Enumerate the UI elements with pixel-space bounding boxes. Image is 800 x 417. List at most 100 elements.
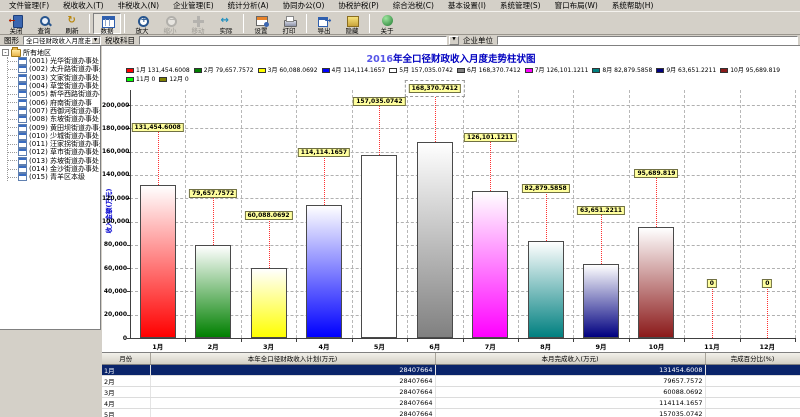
menu-item-3[interactable]: 非税收入(N) (111, 0, 166, 11)
value-callout-7月[interactable]: 126,101.1211 (464, 133, 516, 142)
y-tick-label: 200,000 (102, 102, 127, 109)
value-callout-4月[interactable]: 114,114.1657 (298, 148, 350, 157)
bar-5月[interactable] (361, 155, 397, 338)
collapse-icon[interactable]: - (2, 49, 9, 56)
v-gridline (518, 90, 519, 338)
bar-1月[interactable] (140, 185, 176, 338)
data-button[interactable]: 数据 (93, 13, 121, 34)
value-callout-3月[interactable]: 60,088.0692 (244, 211, 292, 220)
zoom-in-icon (135, 15, 150, 27)
district-tree: - 所有地区 (001) 光华街道办事处(002) 太升路街道办事处(003) … (0, 46, 101, 330)
graph-type-select[interactable]: 全口径财政收入月度走势柱 ▼ (23, 36, 101, 45)
tree-children: (001) 光华街道办事处(002) 太升路街道办事处(003) 文家街道办事处… (7, 57, 100, 181)
settings-button[interactable]: 设置 (247, 13, 275, 34)
refresh-icon (65, 15, 80, 27)
table-header-cell[interactable]: 本年全口径财政收入计划(万元) (150, 353, 435, 364)
close-button[interactable]: 关闭 (2, 13, 30, 34)
table-row-3月[interactable]: 3月2840766460088.0692 (102, 386, 800, 397)
print-button[interactable]: 打印 (275, 13, 303, 34)
hide-button[interactable]: 隐藏 (338, 13, 366, 34)
chart-title-text: 年全口径财政收入月度走势柱状图 (393, 54, 536, 65)
menu-item-11[interactable]: 窗口布局(W) (548, 0, 605, 11)
zoom-in-button[interactable]: 放大 (128, 13, 156, 34)
x-tick (241, 339, 242, 342)
legend-item-3月: 3月 60,088.0692 (258, 66, 318, 75)
bar-4月[interactable] (306, 205, 342, 338)
actual-button[interactable]: 实际 (212, 13, 240, 34)
company-input[interactable] (497, 36, 798, 45)
value-callout-2月[interactable]: 79,657.7572 (189, 189, 237, 198)
bar-10月[interactable] (638, 227, 674, 338)
table-doc-icon (18, 148, 27, 156)
tax-subject-input[interactable] (139, 36, 447, 45)
table-cell: 28407664 (150, 408, 435, 417)
table-doc-icon (18, 140, 27, 148)
value-callout-9月[interactable]: 63,651.2211 (577, 206, 625, 215)
menu-item-1[interactable]: 文件管理(F) (2, 0, 56, 11)
table-cell: 157035.0742 (435, 408, 705, 417)
refresh-button[interactable]: 刷新 (58, 13, 86, 34)
table-cell: 131454.6008 (435, 364, 705, 375)
chart-title: 2016年全口径财政收入月度走势柱状图 (102, 51, 800, 65)
value-callout-11月[interactable]: 0 (707, 279, 717, 288)
menu-item-10[interactable]: 系统管理(S) (493, 0, 548, 11)
menu-item-8[interactable]: 综合治税(C) (386, 0, 441, 11)
table-row-2月[interactable]: 2月2840766479657.7572 (102, 375, 800, 386)
export-button[interactable]: 导出 (310, 13, 338, 34)
value-callout-6月[interactable]: 168,370.7412 (409, 84, 461, 93)
table-header-cell[interactable]: 月份 (102, 353, 150, 364)
bar-6月[interactable] (417, 142, 453, 338)
y-tick-label: 20,000 (102, 311, 127, 318)
export-icon (317, 15, 332, 27)
value-callout-5月[interactable]: 157,035.0742 (353, 97, 405, 106)
value-callout-8月[interactable]: 82,879.5858 (522, 184, 570, 193)
menu-item-12[interactable]: 系统帮助(H) (605, 0, 661, 11)
tree-connector (8, 102, 17, 103)
menu-item-5[interactable]: 统计分析(A) (221, 0, 276, 11)
value-callout-12月[interactable]: 0 (762, 279, 772, 288)
table-cell (705, 408, 800, 417)
table-row-1月[interactable]: 1月28407664131454.6008 (102, 364, 800, 375)
chevron-down-icon[interactable]: ▼ (91, 37, 100, 44)
bar-2月[interactable] (195, 245, 231, 338)
menu-bar: 文件管理(F)税收收入(T)非税收入(N)企业管理(E)统计分析(A)协同办公(… (0, 0, 800, 12)
menu-item-7[interactable]: 协税护税(P) (331, 0, 385, 11)
table-doc-icon (18, 57, 27, 65)
table-header-cell[interactable]: 本月完成收入(万元) (435, 353, 705, 364)
search-button[interactable]: 查询 (30, 13, 58, 34)
tree-connector (8, 135, 17, 136)
about-button[interactable]: 关于 (373, 13, 401, 34)
value-callout-1月[interactable]: 131,454.6008 (132, 123, 184, 132)
callout-leader-line (213, 197, 214, 245)
bar-9月[interactable] (583, 264, 619, 338)
bar-7月[interactable] (472, 191, 508, 338)
legend-label: 8月 82,879.5858 (602, 66, 652, 75)
menu-item-2[interactable]: 税收收入(T) (56, 0, 110, 11)
bar-3月[interactable] (251, 268, 287, 338)
table-row-5月[interactable]: 5月28407664157035.0742 (102, 408, 800, 417)
value-callout-10月[interactable]: 95,689.819 (634, 169, 678, 178)
summary-table: 月份本年全口径财政收入计划(万元)本月完成收入(万元)完成百分比(%) 1月28… (102, 353, 800, 417)
table-doc-icon (18, 74, 27, 82)
summary-table-panel: 月份本年全口径财政收入计划(万元)本月完成收入(万元)完成百分比(%) 1月28… (102, 352, 800, 417)
settings-button-label: 设置 (248, 27, 274, 35)
table-row-4月[interactable]: 4月28407664114114.1657 (102, 397, 800, 408)
actual-button-label: 实际 (213, 27, 239, 35)
x-tick (684, 339, 685, 342)
menu-item-9[interactable]: 基本设置(I) (441, 0, 493, 11)
x-tick (518, 339, 519, 342)
menu-item-4[interactable]: 企业管理(E) (166, 0, 221, 11)
tree-connector (8, 61, 17, 62)
table-header-cell[interactable]: 完成百分比(%) (705, 353, 800, 364)
legend-label: 7月 126,101.1211 (535, 66, 589, 75)
v-gridline (795, 90, 796, 338)
tree-connector (8, 169, 17, 170)
callout-leader-line (269, 219, 270, 268)
tree-item-015[interactable]: (015) 青羊区本级 (8, 173, 100, 181)
tax-subject-dropdown-icon[interactable]: ▼ (449, 36, 459, 45)
table-doc-icon (18, 90, 27, 98)
bar-8月[interactable] (528, 241, 564, 338)
tree-item-label: (015) 青羊区本级 (29, 172, 85, 182)
about-icon (380, 15, 395, 27)
menu-item-6[interactable]: 协同办公(O) (276, 0, 332, 11)
